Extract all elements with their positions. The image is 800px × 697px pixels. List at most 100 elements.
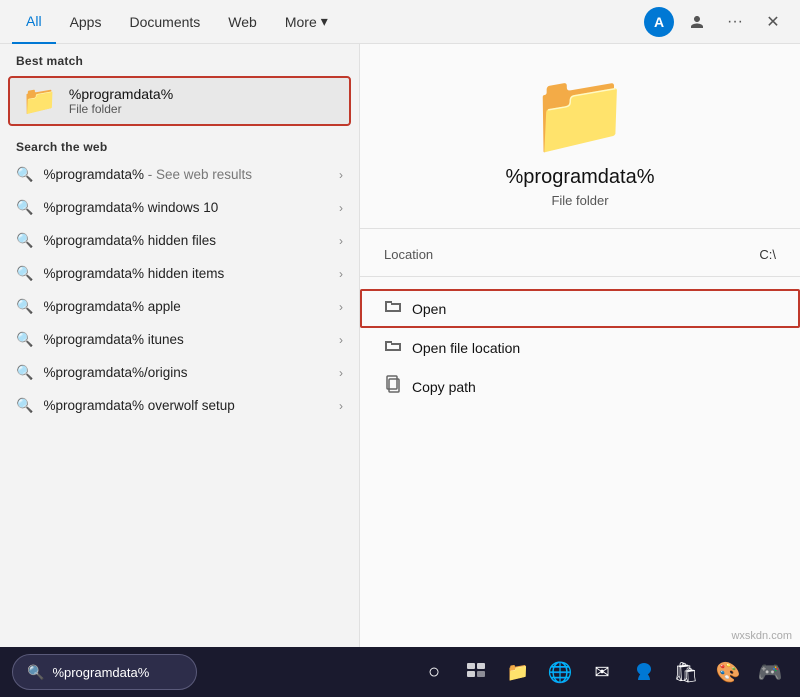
search-icon: 🔍 xyxy=(16,364,33,381)
chevron-right-icon: › xyxy=(339,366,343,380)
web-result-item[interactable]: 🔍 %programdata% hidden items › xyxy=(0,257,359,290)
tab-documents[interactable]: Documents xyxy=(115,0,214,44)
search-icon: 🔍 xyxy=(16,298,33,315)
more-menu-button[interactable]: More ▾ xyxy=(271,0,342,44)
web-result-item[interactable]: 🔍 %programdata% overwolf setup › xyxy=(0,389,359,422)
right-panel: 📁 %programdata% File folder Location C:\… xyxy=(360,44,800,647)
taskbar-game[interactable]: 🎮 xyxy=(752,654,788,690)
search-icon: 🔍 xyxy=(16,265,33,282)
web-result-text: %programdata% overwolf setup xyxy=(43,398,234,413)
taskbar-search-box[interactable]: 🔍 xyxy=(12,654,197,690)
copy-path-label: Copy path xyxy=(412,379,476,395)
taskbar-store[interactable]: 🛍 xyxy=(668,654,704,690)
search-icon: 🔍 xyxy=(16,199,33,216)
location-label: Location xyxy=(384,247,433,262)
web-result-text: %programdata% - See web results xyxy=(43,167,252,182)
chevron-right-icon: › xyxy=(339,267,343,281)
taskbar-search-icon: 🔍 xyxy=(27,664,44,681)
taskbar-paint[interactable]: 🎨 xyxy=(710,654,746,690)
close-button[interactable]: ✕ xyxy=(758,7,788,37)
open-action[interactable]: Open xyxy=(360,289,800,328)
best-match-item[interactable]: 📁 %programdata% File folder xyxy=(8,76,351,126)
taskbar-task-view[interactable] xyxy=(458,654,494,690)
right-location: Location C:\ xyxy=(360,241,800,268)
tab-all[interactable]: All xyxy=(12,0,56,44)
web-result-left: 🔍 %programdata% itunes xyxy=(16,331,184,348)
best-match-title: %programdata% xyxy=(69,86,173,102)
web-results-list: 🔍 %programdata% - See web results › 🔍 %p… xyxy=(0,158,359,422)
best-match-label: Best match xyxy=(0,44,359,72)
search-icon: 🔍 xyxy=(16,166,33,183)
tab-apps-label: Apps xyxy=(70,14,102,30)
web-result-item[interactable]: 🔍 %programdata% - See web results › xyxy=(0,158,359,191)
web-result-item[interactable]: 🔍 %programdata%/origins › xyxy=(0,356,359,389)
chevron-right-icon: › xyxy=(339,234,343,248)
web-result-item[interactable]: 🔍 %programdata% itunes › xyxy=(0,323,359,356)
ellipsis-button[interactable]: ··· xyxy=(720,7,750,37)
web-result-left: 🔍 %programdata% windows 10 xyxy=(16,199,218,216)
web-result-text: %programdata% itunes xyxy=(43,332,183,347)
persona-icon xyxy=(688,13,706,31)
web-result-suffix: - See web results xyxy=(144,167,252,182)
web-result-text: %programdata% apple xyxy=(43,299,180,314)
copy-path-icon xyxy=(384,375,402,398)
chevron-right-icon: › xyxy=(339,168,343,182)
web-result-left: 🔍 %programdata%/origins xyxy=(16,364,188,381)
open-file-location-label: Open file location xyxy=(412,340,520,356)
search-icon: 🔍 xyxy=(16,232,33,249)
avatar[interactable]: A xyxy=(644,7,674,37)
chevron-right-icon: › xyxy=(339,201,343,215)
left-panel: Best match 📁 %programdata% File folder S… xyxy=(0,44,360,647)
chevron-right-icon: › xyxy=(339,399,343,413)
search-icon: 🔍 xyxy=(16,397,33,414)
web-result-item[interactable]: 🔍 %programdata% hidden files › xyxy=(0,224,359,257)
web-result-item[interactable]: 🔍 %programdata% windows 10 › xyxy=(0,191,359,224)
web-result-left: 🔍 %programdata% apple xyxy=(16,298,181,315)
taskbar-search-input[interactable] xyxy=(52,665,182,680)
open-label: Open xyxy=(412,301,446,317)
more-label: More xyxy=(285,14,317,30)
right-folder-icon: 📁 xyxy=(530,74,630,154)
taskbar-edge[interactable] xyxy=(626,654,662,690)
chevron-right-icon: › xyxy=(339,300,343,314)
web-result-left: 🔍 %programdata% overwolf setup xyxy=(16,397,235,414)
top-nav: All Apps Documents Web More ▾ A ··· ✕ xyxy=(0,0,800,44)
tab-apps[interactable]: Apps xyxy=(56,0,116,44)
web-result-left: 🔍 %programdata% hidden files xyxy=(16,232,216,249)
best-match-info: %programdata% File folder xyxy=(69,86,173,116)
taskbar-mail[interactable]: ✉ xyxy=(584,654,620,690)
right-divider-2 xyxy=(360,276,800,277)
watermark: wxskdn.com xyxy=(731,630,792,642)
tab-documents-label: Documents xyxy=(129,14,200,30)
persona-icon-button[interactable] xyxy=(682,7,712,37)
web-result-text: %programdata% hidden items xyxy=(43,266,224,281)
ellipsis-icon: ··· xyxy=(727,13,743,31)
nav-actions: A ··· ✕ xyxy=(644,7,788,37)
open-file-location-icon xyxy=(384,336,402,359)
right-subtitle: File folder xyxy=(551,193,608,208)
web-result-text: %programdata%/origins xyxy=(43,365,187,380)
folder-icon: 📁 xyxy=(22,87,57,115)
avatar-letter: A xyxy=(654,14,664,30)
chevron-right-icon: › xyxy=(339,333,343,347)
taskbar-cortana[interactable]: ○ xyxy=(416,654,452,690)
web-result-left: 🔍 %programdata% hidden items xyxy=(16,265,224,282)
taskbar-file-explorer[interactable]: 📁 xyxy=(500,654,536,690)
open-icon xyxy=(384,297,402,320)
right-divider xyxy=(360,228,800,229)
taskbar-browser1[interactable]: 🌐 xyxy=(542,654,578,690)
web-result-left: 🔍 %programdata% - See web results xyxy=(16,166,252,183)
tab-web[interactable]: Web xyxy=(214,0,271,44)
taskbar: 🔍 ○ 📁 🌐 ✉ 🛍 🎨 🎮 xyxy=(0,647,800,697)
chevron-down-icon: ▾ xyxy=(321,13,328,30)
location-value: C:\ xyxy=(759,247,776,262)
tab-web-label: Web xyxy=(228,14,257,30)
tab-all-label: All xyxy=(26,13,42,29)
web-section-label: Search the web xyxy=(0,130,359,158)
best-match-sub: File folder xyxy=(69,102,173,116)
open-file-location-action[interactable]: Open file location xyxy=(360,328,800,367)
right-title: %programdata% xyxy=(506,166,655,189)
web-result-item[interactable]: 🔍 %programdata% apple › xyxy=(0,290,359,323)
copy-path-action[interactable]: Copy path xyxy=(360,367,800,406)
web-result-text: %programdata% hidden files xyxy=(43,233,216,248)
